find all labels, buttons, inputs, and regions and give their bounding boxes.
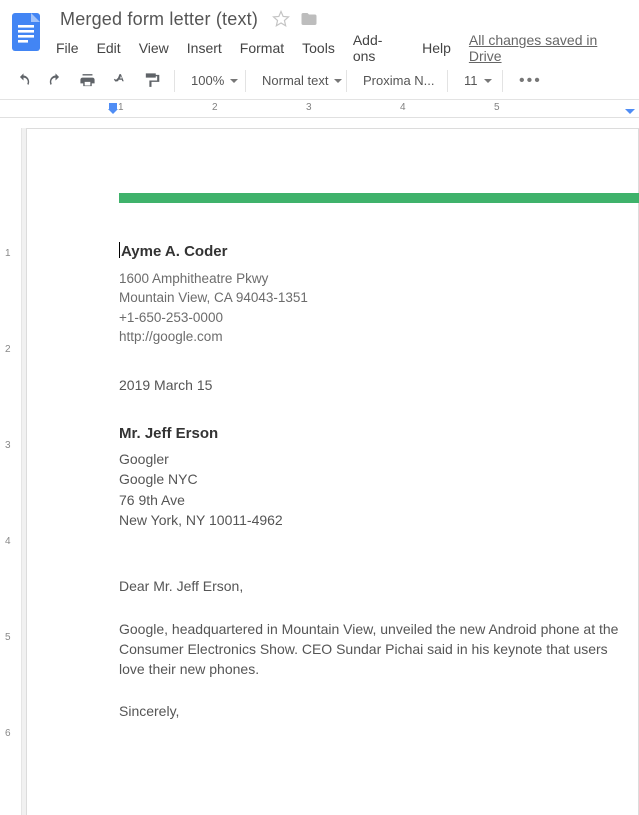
menu-addons[interactable]: Add-ons <box>353 32 404 64</box>
recipient-block: Mr. Jeff Erson Googler Google NYC 76 9th… <box>119 423 622 530</box>
paint-format-button[interactable] <box>138 68 164 94</box>
toolbar-separator <box>502 70 503 92</box>
horizontal-ruler[interactable]: 1 2 3 4 5 <box>0 100 639 118</box>
toolbar-separator <box>245 70 246 92</box>
toolbar-more-button[interactable]: ••• <box>513 72 548 90</box>
font-size-select[interactable]: 11 <box>458 68 492 94</box>
right-indent-marker[interactable] <box>625 109 635 118</box>
zoom-select[interactable]: 100% <box>185 68 235 94</box>
docs-logo-icon[interactable] <box>8 10 44 54</box>
vruler-number: 3 <box>5 440 11 451</box>
menu-file[interactable]: File <box>56 40 79 56</box>
letter-body[interactable]: Ayme A. Coder 1600 Amphitheatre Pkwy Mou… <box>119 241 638 815</box>
ruler-number: 2 <box>212 102 218 113</box>
menu-tools[interactable]: Tools <box>302 40 335 56</box>
menu-edit[interactable]: Edit <box>97 40 121 56</box>
accent-bar <box>119 193 639 203</box>
sender-name: Ayme A. Coder <box>119 241 622 263</box>
toolbar-separator <box>346 70 347 92</box>
print-button[interactable] <box>74 68 100 94</box>
vruler-number: 5 <box>5 632 11 643</box>
ruler-number: 4 <box>400 102 406 113</box>
sender-cityline: Mountain View, CA 94043-1351 <box>119 288 622 308</box>
menu-insert[interactable]: Insert <box>187 40 222 56</box>
toolbar: 100% Normal text Proxima N... 11 ••• <box>0 62 639 100</box>
vruler-number: 1 <box>5 248 11 259</box>
ruler-number: 5 <box>494 102 500 113</box>
recipient-cityline: New York, NY 10011-4962 <box>119 510 622 530</box>
recipient-org: Google NYC <box>119 469 622 489</box>
vruler-number: 6 <box>5 728 11 739</box>
redo-button[interactable] <box>42 68 68 94</box>
font-size-value: 11 <box>464 73 478 88</box>
recipient-title: Googler <box>119 449 622 469</box>
document-page[interactable]: Ayme A. Coder 1600 Amphitheatre Pkwy Mou… <box>26 128 639 815</box>
vruler-number: 2 <box>5 344 11 355</box>
document-title[interactable]: Merged form letter (text) <box>56 7 262 32</box>
salutation: Dear Mr. Jeff Erson, <box>119 576 622 596</box>
text-cursor <box>119 242 120 258</box>
sender-street: 1600 Amphitheatre Pkwy <box>119 269 622 289</box>
letter-paragraph: Google, headquartered in Mountain View, … <box>119 619 622 680</box>
toolbar-separator <box>174 70 175 92</box>
spellcheck-button[interactable] <box>106 68 132 94</box>
undo-button[interactable] <box>10 68 36 94</box>
sender-phone: +1-650-253-0000 <box>119 308 622 328</box>
vertical-ruler[interactable]: 1 2 3 4 5 6 <box>0 128 22 815</box>
paragraph-style-value: Normal text <box>262 73 328 88</box>
ruler-number: 3 <box>306 102 312 113</box>
font-family-select[interactable]: Proxima N... <box>357 68 437 94</box>
font-family-value: Proxima N... <box>363 73 435 88</box>
menu-help[interactable]: Help <box>422 40 451 56</box>
letter-date: 2019 March 15 <box>119 375 622 395</box>
vruler-number: 4 <box>5 536 11 547</box>
save-status[interactable]: All changes saved in Drive <box>469 32 631 64</box>
title-bar: Merged form letter (text) File Edit View… <box>0 0 639 62</box>
folder-icon[interactable] <box>300 10 318 28</box>
star-icon[interactable] <box>272 10 290 28</box>
closing: Sincerely, <box>119 701 622 721</box>
toolbar-separator <box>447 70 448 92</box>
recipient-street: 76 9th Ave <box>119 490 622 510</box>
menu-view[interactable]: View <box>139 40 169 56</box>
zoom-value: 100% <box>191 73 224 88</box>
paragraph-style-select[interactable]: Normal text <box>256 68 336 94</box>
menu-bar: File Edit View Insert Format Tools Add-o… <box>56 34 631 62</box>
sender-url: http://google.com <box>119 327 622 347</box>
left-indent-marker[interactable] <box>108 109 118 118</box>
ruler-number: 1 <box>118 102 124 113</box>
recipient-name: Mr. Jeff Erson <box>119 423 622 445</box>
document-canvas: 1 2 3 4 5 6 Ayme A. Coder 1600 Amphithea… <box>0 128 639 815</box>
menu-format[interactable]: Format <box>240 40 284 56</box>
